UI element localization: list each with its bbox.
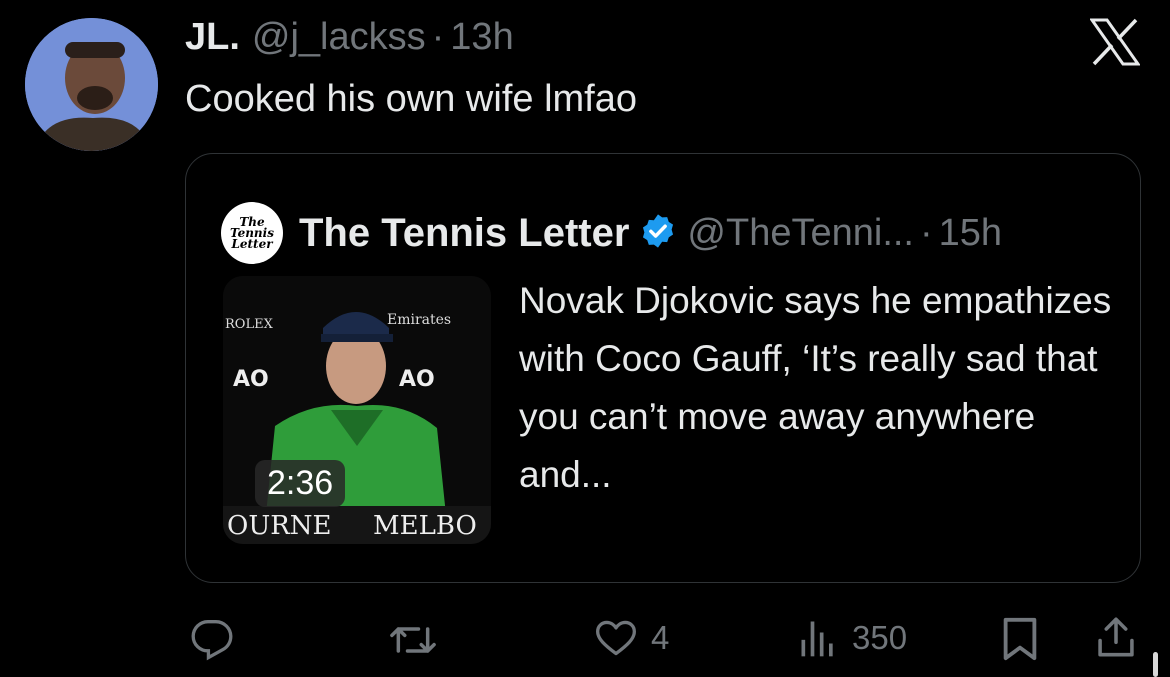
quoted-tweet-card[interactable]: The Tennis Letter The Tennis Letter @The… bbox=[185, 153, 1141, 583]
reply-button[interactable] bbox=[190, 618, 246, 662]
share-button[interactable] bbox=[1094, 614, 1138, 660]
like-button[interactable]: 4 bbox=[593, 616, 669, 660]
video-thumbnail[interactable]: ROLEX Emirates AO AO OURNE MELBO 2:36 bbox=[223, 276, 491, 544]
video-duration-badge: 2:36 bbox=[255, 460, 346, 507]
author-display-name[interactable]: JL. bbox=[185, 16, 240, 59]
quoted-tweet-text: Novak Djokovic says he empathizes with C… bbox=[519, 280, 1112, 495]
tweet-action-bar: 4 350 bbox=[0, 600, 1170, 677]
user-avatar[interactable] bbox=[25, 18, 158, 151]
tweet-header: JL. @j_lackss · 13h bbox=[185, 16, 514, 64]
quoted-author-handle[interactable]: @TheTenni... bbox=[687, 212, 914, 255]
bookmark-icon bbox=[1003, 617, 1037, 661]
scrollbar-thumb[interactable] bbox=[1153, 652, 1158, 677]
board-text-rolex: ROLEX bbox=[225, 317, 274, 332]
repost-button[interactable] bbox=[388, 618, 450, 662]
avatar-photo bbox=[25, 18, 158, 151]
board-text-ao-right: AO bbox=[399, 367, 435, 392]
tweet-timestamp[interactable]: 13h bbox=[450, 16, 513, 59]
board-text-melbo: MELBO bbox=[373, 511, 477, 541]
views-count: 350 bbox=[852, 619, 908, 656]
board-text-emirates: Emirates bbox=[387, 312, 451, 328]
repost-icon bbox=[390, 627, 436, 653]
quoted-timestamp[interactable]: 15h bbox=[939, 212, 1002, 255]
author-handle[interactable]: @j_lackss bbox=[252, 16, 426, 59]
board-text-ourne: OURNE bbox=[227, 511, 332, 541]
x-logo-icon[interactable] bbox=[1089, 18, 1141, 66]
tweet-text: Cooked his own wife lmfao bbox=[185, 78, 637, 120]
quoted-separator-dot: · bbox=[920, 211, 933, 254]
views-button[interactable]: 350 bbox=[796, 616, 907, 660]
logo-line-3: Letter bbox=[231, 236, 273, 251]
quoted-author-avatar[interactable]: The Tennis Letter bbox=[221, 202, 283, 264]
verified-badge-icon bbox=[639, 212, 677, 255]
heart-icon bbox=[596, 620, 636, 656]
views-chart-icon bbox=[801, 621, 833, 657]
share-icon bbox=[1098, 617, 1134, 657]
quoted-author-name[interactable]: The Tennis Letter bbox=[299, 211, 629, 256]
like-count: 4 bbox=[651, 619, 670, 656]
reply-icon bbox=[191, 620, 233, 661]
board-text-ao-left: AO bbox=[233, 367, 269, 392]
quoted-tweet-header: The Tennis Letter The Tennis Letter @The… bbox=[221, 202, 1002, 264]
separator-dot: · bbox=[431, 16, 445, 58]
bookmark-button[interactable] bbox=[1000, 616, 1040, 662]
